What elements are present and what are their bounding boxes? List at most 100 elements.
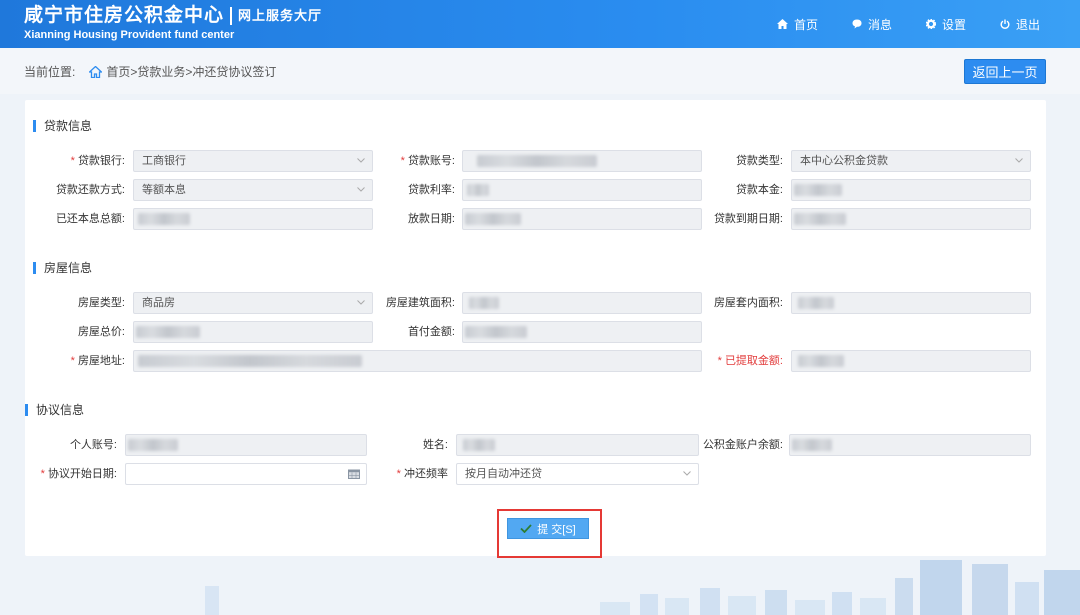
personal-account-label: 个人账号: [69,439,117,451]
frequency-value: 按月自动冲还贷 [465,468,542,480]
due-date-label: 贷款到期日期: [713,213,783,225]
loan-bank-select[interactable]: 工商银行 [133,150,373,172]
inner-area-label: 房屋套内面积: [713,297,783,309]
check-icon [520,524,532,533]
frequency-label: 冲还频率 [360,463,448,485]
loan-account-label: 贷款账号: [380,150,455,172]
site-title-en: Xianning Housing Provident fund center [24,29,235,41]
site-title: 咸宁市住房公积金中心 [24,5,225,26]
back-button[interactable]: 返回上一页 [964,59,1046,84]
nav-settings-label: 设置 [941,17,966,32]
message-icon [852,19,862,29]
section-title-agreement: 协议信息 [25,401,84,418]
total-price-field [133,321,373,343]
redacted-value [477,155,597,167]
section-marker [25,403,28,416]
building-area-label: 房屋建筑面积: [385,297,455,309]
loan-type-select[interactable]: 本中心公积金贷款 [791,150,1031,172]
home-icon [776,19,788,29]
nav-settings[interactable]: 设置 [925,16,966,33]
app-header: 咸宁市住房公积金中心 网上服务大厅 Xianning Housing Provi… [0,0,1080,48]
chevron-down-icon [357,300,365,305]
breadcrumb-home[interactable]: 首页 [106,63,130,80]
loan-type-value: 本中心公积金贷款 [800,155,888,167]
nav-messages[interactable]: 消息 [852,16,892,33]
chevron-down-icon [1015,158,1023,163]
city-skyline-decoration [205,560,1080,615]
redacted-value [792,439,832,451]
house-type-select[interactable]: 商品房 [133,292,373,314]
title-divider [230,7,233,25]
chevron-down-icon [357,158,365,163]
section-marker [33,119,36,132]
due-date-field [791,208,1031,230]
repaid-total-field [133,208,373,230]
withdrawn-amount-field [791,350,1031,372]
breadcrumb-prefix: 当前位置: [24,65,76,79]
name-label: 姓名: [422,439,448,451]
name-field [456,434,699,456]
submit-button[interactable]: 提 交[S] [507,518,589,539]
fund-balance-field [789,434,1031,456]
redacted-value [798,355,844,367]
redacted-value [136,326,200,338]
redacted-value [469,297,499,309]
start-date-input[interactable] [125,463,367,485]
start-date-label: 协议开始日期: [30,463,117,485]
gear-icon [925,19,936,29]
redacted-value [138,213,190,225]
redacted-value [465,326,527,338]
breadcrumb-loan-business[interactable]: 贷款业务 [137,63,185,80]
loan-bank-value: 工商银行 [142,155,186,167]
breadcrumb-bar: 当前位置: 首页 > 贷款业务 > 冲还贷协议签订 [0,48,1080,94]
down-payment-label: 首付金额: [407,326,455,338]
redacted-value [463,439,495,451]
house-type-value: 商品房 [142,297,175,309]
loan-principal-field [791,179,1031,201]
nav-logout-label: 退出 [1015,17,1040,32]
nav-logout[interactable]: 退出 [1000,16,1040,33]
nav-home[interactable]: 首页 [776,16,818,33]
redacted-value [794,213,846,225]
section-title-text: 贷款信息 [44,119,93,133]
nav-messages-label: 消息 [867,17,892,32]
redacted-value [128,439,178,451]
calendar-icon[interactable] [348,469,360,479]
loan-type-label: 贷款类型: [735,155,783,167]
breadcrumb-separator: > [130,64,138,79]
total-price-label: 房屋总价: [77,326,125,338]
breadcrumb-separator: > [185,64,193,79]
repay-method-label: 贷款还款方式: [55,184,125,196]
chevron-down-icon [683,471,691,476]
personal-account-field [125,434,367,456]
down-payment-field [462,321,702,343]
house-address-field [133,350,702,372]
section-marker [33,261,36,274]
redacted-value [465,213,521,225]
site-logo: 咸宁市住房公积金中心 网上服务大厅 Xianning Housing Provi… [24,4,322,42]
power-icon [1000,19,1010,29]
section-title-house: 房屋信息 [33,259,92,276]
house-address-label: 房屋地址: [40,350,125,372]
section-title-text: 房屋信息 [44,261,93,275]
withdrawn-amount-label: 已提取金额: [700,350,783,372]
loan-bank-label: 贷款银行: [50,150,125,172]
loan-rate-field [462,179,702,201]
breadcrumb-current: 冲还贷协议签订 [192,65,277,79]
submit-label: 提 交[S] [537,523,576,536]
redacted-value [138,355,362,367]
home-icon [89,65,103,78]
site-subtitle: 网上服务大厅 [238,8,323,23]
redacted-value [794,184,842,196]
house-type-label: 房屋类型: [77,297,125,309]
repaid-total-label: 已还本息总额: [55,213,125,225]
redacted-value [798,297,834,309]
fund-balance-label: 公积金账户余额: [702,439,783,451]
section-title-text: 协议信息 [36,403,85,417]
issue-date-field [462,208,702,230]
frequency-select[interactable]: 按月自动冲还贷 [456,463,699,485]
section-title-loan: 贷款信息 [33,117,92,134]
loan-account-field [462,150,702,172]
repay-method-value: 等额本息 [142,184,186,196]
repay-method-select[interactable]: 等额本息 [133,179,373,201]
